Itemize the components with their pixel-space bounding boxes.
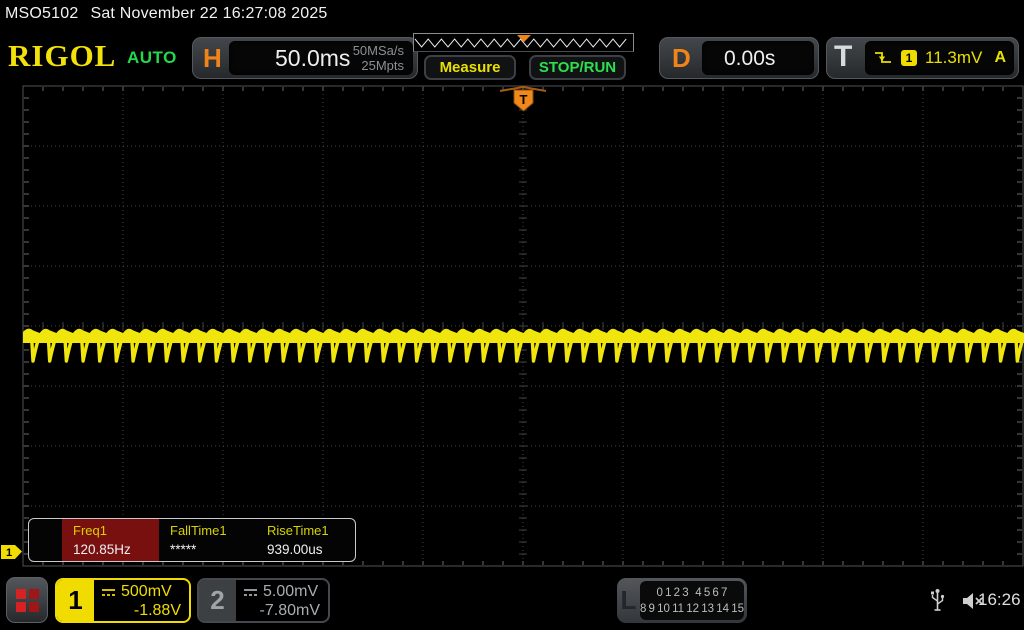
channel2-badge[interactable]: 2 5.00mV -7.80mV [197, 578, 330, 623]
logic-channels-badge[interactable]: L 0 1 2 3 4 5 6 7 8 9 10 11 12 13 14 15 [617, 578, 747, 623]
channel1-marker-number: 1 [6, 547, 12, 559]
measurement-freq1[interactable]: Freq1 120.85Hz [62, 519, 159, 561]
clock: 16:26 [978, 590, 1021, 610]
measurement-value: ***** [170, 542, 256, 557]
logic-label: L [617, 578, 640, 623]
window-layout-button[interactable] [6, 577, 48, 623]
measurement-falltime1[interactable]: FallTime1 ***** [159, 519, 256, 561]
measurement-label: FallTime1 [170, 523, 256, 538]
dc-coupling-icon [243, 588, 258, 597]
measurement-label: RiseTime1 [267, 523, 353, 538]
channel2-scale: 5.00mV [263, 583, 318, 601]
channel1-values: 500mV -1.88V [94, 580, 189, 621]
measurement-label: Freq1 [73, 523, 159, 538]
usb-icon [929, 588, 946, 614]
channel1-scale: 500mV [121, 583, 172, 601]
graticule-grid [23, 86, 1023, 566]
channel2-values: 5.00mV -7.80mV [236, 580, 328, 621]
logic-row-0-7: 0 1 2 3 4 5 6 7 [640, 585, 744, 601]
logic-row-8-15: 8 9 10 11 12 13 14 15 [640, 601, 744, 617]
oscilloscope-screen: MSO5102Sat November 22 16:27:08 2025 RIG… [0, 0, 1024, 630]
measurement-value: 939.00us [267, 542, 353, 557]
trigger-position-marker[interactable]: T [500, 87, 546, 111]
channel1-offset: -1.88V [101, 602, 181, 620]
channel2-number: 2 [199, 580, 236, 621]
measurement-risetime1[interactable]: RiseTime1 939.00us [256, 519, 353, 561]
trigger-marker-letter: T [520, 92, 528, 107]
channel2-offset: -7.80mV [243, 602, 320, 620]
channel1-offset-marker[interactable]: 1 [1, 545, 22, 559]
logic-channel-list: 0 1 2 3 4 5 6 7 8 9 10 11 12 13 14 15 [640, 581, 744, 620]
channel1-number: 1 [57, 580, 94, 621]
measurement-value: 120.85Hz [73, 542, 159, 557]
measurement-panel[interactable]: Freq1 120.85Hz FallTime1 ***** RiseTime1… [28, 518, 356, 562]
red-grid-icon [16, 589, 39, 612]
dc-coupling-icon [101, 588, 116, 597]
channel1-badge[interactable]: 1 500mV -1.88V [55, 578, 191, 623]
